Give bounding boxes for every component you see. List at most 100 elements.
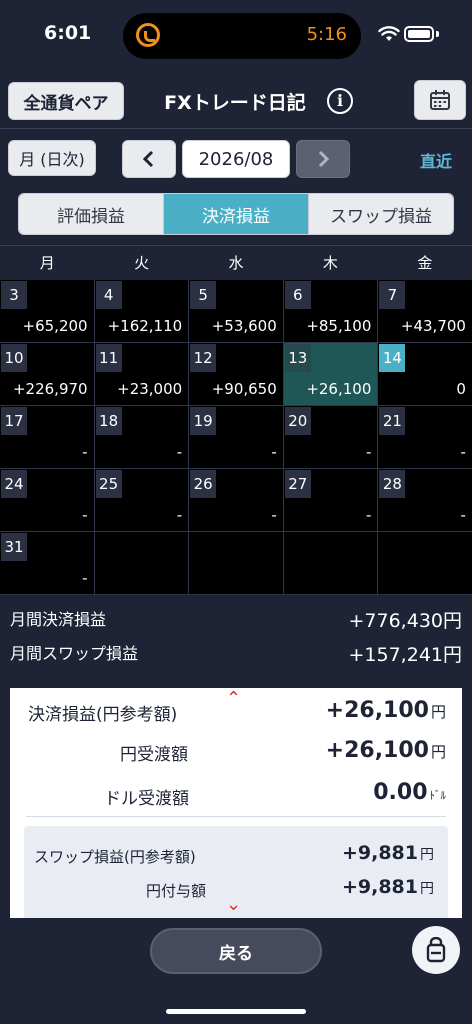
menu-icon (426, 937, 446, 963)
usd-delivery-number: 0.00 (373, 780, 428, 805)
calendar-day-cell[interactable]: 26 - (189, 469, 284, 532)
day-detail-panel[interactable]: ⌃ 決済損益(円参考額) +26,100 円 円受渡額 +26,100 円 ドル受渡… (10, 688, 462, 918)
usd-delivery-label: ドル受渡額 (104, 789, 189, 809)
monthly-settled-label: 月間決済損益 (10, 610, 107, 629)
day-pl: - (365, 506, 372, 524)
calendar-empty-cell (283, 532, 379, 595)
calendar-day-cell[interactable]: 5 +53,600 (189, 280, 284, 343)
calendar-day-cell[interactable]: 27 - (283, 469, 379, 532)
day-number: 18 (95, 407, 122, 435)
day-number: 5 (190, 281, 217, 309)
usd-unit: ﾄﾞﾙ (429, 789, 447, 802)
calendar-grid: 3 +65,200 4 +162,110 5 +53,600 6 +85,100 7 +4… (0, 280, 472, 595)
day-pl: +43,700 (400, 317, 466, 335)
yen-unit: 円 (420, 847, 434, 863)
yen-unit: 円 (430, 743, 446, 761)
monthly-swap-label: 月間スワップ損益 (10, 644, 139, 663)
calendar-day-cell[interactable]: 12 +90,650 (189, 343, 284, 406)
settled-pl-label: 決済損益(円参考額) (28, 705, 178, 725)
calendar-week: 10 +226,970 11 +23,000 12 +90,650 13 +26,100… (0, 343, 472, 406)
settled-pl-number: +26,100 (325, 698, 429, 723)
calendar-day-cell[interactable]: 4 +162,110 (94, 280, 190, 343)
next-month-button[interactable] (296, 140, 350, 178)
day-pl: 0 (456, 380, 466, 398)
weekday-label: 金 (417, 254, 433, 272)
calendar-day-cell[interactable]: 24 - (0, 469, 95, 532)
calendar-day-cell[interactable]: 28 - (378, 469, 472, 532)
day-number: 28 (379, 470, 406, 498)
day-pl: - (176, 443, 183, 461)
calendar-day-cell[interactable]: 3 +65,200 (0, 280, 95, 343)
battery-cap (436, 31, 439, 37)
detail-separator (26, 816, 446, 817)
chevron-up-icon[interactable]: ⌃ (226, 688, 241, 709)
day-pl: - (82, 443, 88, 461)
day-number: 26 (190, 470, 217, 498)
tab-settled-pl[interactable]: 決済損益 (164, 194, 309, 234)
day-number: 6 (284, 281, 311, 309)
monthly-settled-row: 月間決済損益 +776,430円 (10, 606, 462, 633)
calendar-day-cell[interactable]: 19 - (189, 406, 284, 469)
prev-month-button[interactable] (122, 140, 176, 178)
calendar-day-cell[interactable]: 17 - (0, 406, 95, 469)
calendar-day-cell[interactable]: 6 +85,100 (283, 280, 379, 343)
settled-pl-value: +26,100 円 (326, 698, 446, 723)
day-number: 7 (379, 281, 406, 309)
calendar-button[interactable] (414, 80, 466, 120)
recent-link[interactable]: 直近 (420, 148, 452, 172)
swap-pl-value: +9,881 円 (342, 842, 434, 864)
header-divider (0, 128, 472, 129)
monthly-swap-row: 月間スワップ損益 +157,241円 (10, 640, 462, 667)
yen-delivery-number: +26,100 (325, 738, 429, 763)
day-pl: - (460, 506, 466, 524)
day-number: 20 (284, 407, 311, 435)
tab-swap-pl[interactable]: スワップ損益 (309, 194, 453, 234)
day-number: 14 (379, 344, 406, 372)
calendar-week: 24- 25- 26- 27- 28- (0, 469, 472, 532)
calendar-day-cell[interactable]: 20 - (283, 406, 379, 469)
day-number: 12 (190, 344, 217, 372)
chevron-down-icon[interactable]: ⌄ (226, 894, 241, 915)
battery-icon (404, 26, 434, 42)
calendar-day-cell[interactable]: 10 +226,970 (0, 343, 95, 406)
day-number: 24 (1, 470, 27, 498)
calendar-day-cell[interactable]: 31 - (0, 532, 95, 595)
menu-fab-button[interactable] (412, 926, 460, 974)
day-number: 31 (1, 533, 27, 561)
day-pl: +226,970 (12, 380, 88, 398)
wifi-icon (378, 26, 400, 41)
view-mode-button[interactable]: 月 (日次) (8, 140, 96, 176)
day-pl: - (82, 569, 88, 587)
calendar-day-cell[interactable]: 11 +23,000 (94, 343, 190, 406)
back-button[interactable]: 戻る (150, 928, 322, 974)
calendar-day-cell[interactable]: 7 +43,700 (378, 280, 472, 343)
day-number: 27 (284, 470, 311, 498)
day-number: 3 (1, 281, 27, 309)
pl-type-tabs: 評価損益 決済損益 スワップ損益 (18, 193, 454, 235)
monthly-swap-value: +157,241円 (348, 644, 463, 666)
yen-grant-label: 円付与額 (146, 882, 207, 900)
swap-pl-number: +9,881 (341, 842, 418, 864)
calendar-day-cell[interactable]: 21 - (378, 406, 472, 469)
day-pl: - (460, 443, 466, 461)
day-pl: +162,110 (107, 317, 183, 335)
day-pl: - (176, 506, 183, 524)
weekday-label: 火 (134, 254, 150, 272)
calendar-day-cell-today[interactable]: 14 0 (378, 343, 472, 406)
all-pairs-button[interactable]: 全通貨ペア (8, 82, 124, 120)
yen-unit: 円 (430, 703, 446, 721)
home-indicator (166, 1009, 306, 1014)
tab-valuation-pl[interactable]: 評価損益 (19, 194, 164, 234)
calendar-day-cell-selected[interactable]: 13 +26,100 (283, 343, 379, 406)
info-icon[interactable]: i (327, 88, 353, 114)
usd-delivery-value: 0.00 ﾄﾞﾙ (373, 780, 446, 805)
day-pl: +26,100 (306, 380, 372, 398)
yen-grant-number: +9,881 (341, 876, 418, 898)
yen-delivery-label: 円受渡額 (120, 745, 188, 765)
calendar-icon (430, 90, 450, 110)
calendar-day-cell[interactable]: 25 - (94, 469, 190, 532)
chevron-left-icon (142, 150, 154, 168)
month-display[interactable]: 2026/08 (182, 140, 290, 178)
calendar-day-cell[interactable]: 18 - (94, 406, 190, 469)
weekday-label: 木 (322, 254, 338, 272)
